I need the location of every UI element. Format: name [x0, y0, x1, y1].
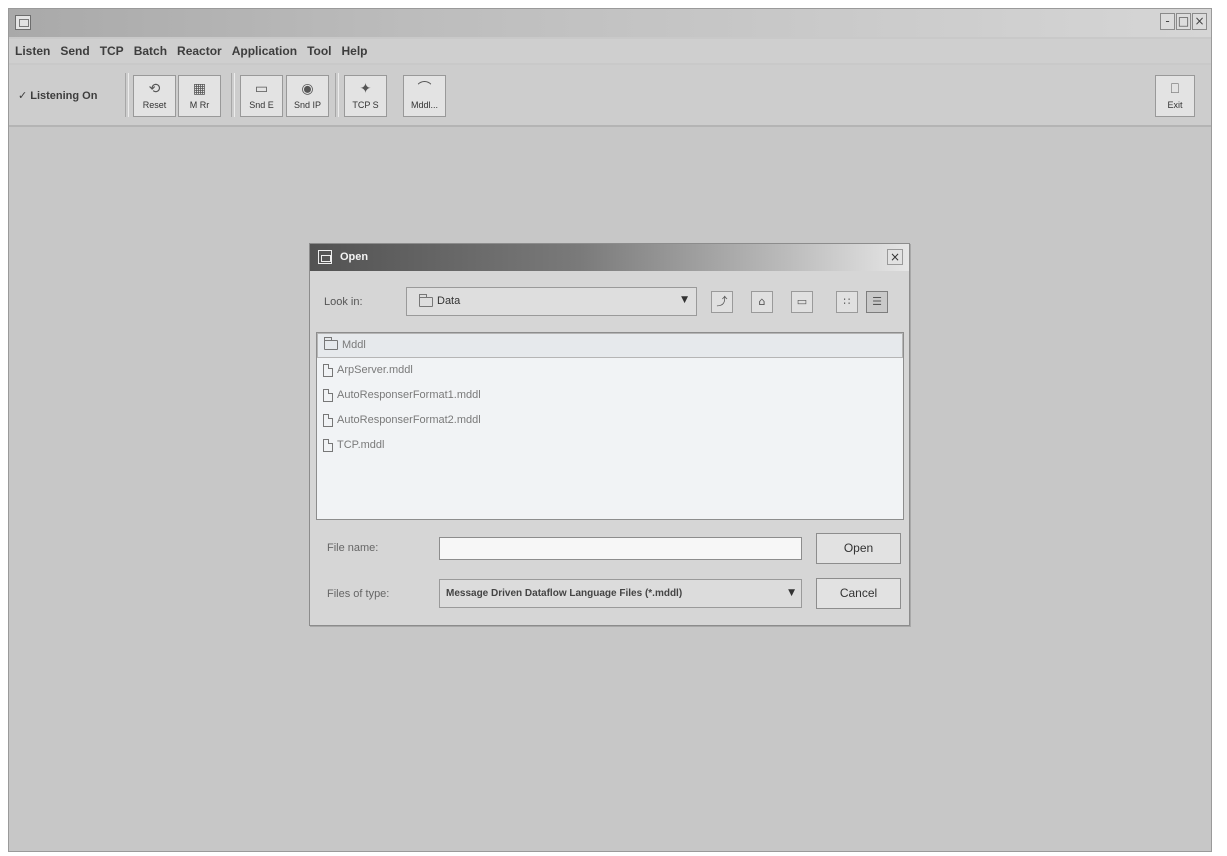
- file-name: Mddl: [342, 339, 366, 351]
- details-view-icon: ☰: [872, 295, 882, 308]
- menu-listen[interactable]: Listen: [15, 44, 50, 58]
- send-ethernet-icon: ▭: [254, 81, 269, 97]
- home-icon: ⌂: [758, 295, 766, 308]
- tcp-server-label: TCP S: [352, 100, 379, 110]
- toolbar-separator: [125, 73, 129, 117]
- folder-icon: [419, 294, 433, 307]
- file-name-label: File name:: [327, 542, 379, 554]
- mddl-icon: ⌒: [417, 81, 432, 97]
- title-bar[interactable]: - □ ×: [9, 9, 1211, 37]
- toolbar: ✓ Listening On ⟲ Reset ▦ M Rr ▭ Snd E ◉ S…: [9, 65, 1211, 127]
- window-controls: - □ ×: [1159, 13, 1207, 30]
- look-in-value: Data: [437, 295, 461, 307]
- list-view-icon: ∷: [843, 295, 851, 308]
- tcp-server-button[interactable]: ✦ TCP S: [344, 75, 387, 117]
- file-icon: [323, 363, 333, 377]
- reset-label: Reset: [142, 100, 167, 110]
- send-ethernet-button[interactable]: ▭ Snd E: [240, 75, 283, 117]
- send-ip-icon: ◉: [301, 81, 314, 97]
- dialog-close-button[interactable]: ×: [887, 249, 903, 265]
- file-name: ArpServer.mddl: [337, 364, 413, 376]
- message-reader-icon: ▦: [192, 81, 207, 97]
- close-button[interactable]: ×: [1192, 13, 1207, 30]
- dialog-title: Open: [340, 251, 369, 263]
- listening-label: Listening On: [30, 90, 98, 102]
- mddl-label: Mddl...: [410, 100, 438, 110]
- file-icon: [323, 413, 333, 427]
- send-ip-button[interactable]: ◉ Snd IP: [286, 75, 329, 117]
- exit-label: Exit: [1167, 100, 1183, 110]
- menu-batch[interactable]: Batch: [134, 44, 167, 58]
- menu-tool[interactable]: Tool: [307, 44, 331, 58]
- menu-send[interactable]: Send: [60, 44, 89, 58]
- toolbar-separator: [335, 73, 339, 117]
- files-of-type-value: Message Driven Dataflow Language Files (…: [446, 588, 683, 599]
- chevron-down-icon: ▼: [788, 588, 795, 598]
- folder-icon: [324, 337, 338, 351]
- mddl-button[interactable]: ⌒ Mddl...: [403, 75, 446, 117]
- exit-icon: ⎕: [1170, 81, 1180, 97]
- file-name: TCP.mddl: [337, 439, 385, 451]
- files-of-type-label: Files of type:: [327, 588, 390, 600]
- file-name-field[interactable]: [439, 537, 802, 560]
- home-button[interactable]: ⌂: [751, 291, 773, 313]
- open-dialog: Open × Look in: Data ▼ ⤴ ⌂ ▭ ∷ ☰ Mddl Ar…: [309, 243, 910, 626]
- cancel-button[interactable]: Cancel: [816, 578, 901, 609]
- look-in-label: Look in:: [324, 296, 363, 308]
- list-view-button[interactable]: ∷: [836, 291, 858, 313]
- tcp-server-icon: ✦: [359, 81, 372, 97]
- send-ip-label: Snd IP: [293, 100, 322, 110]
- file-list[interactable]: Mddl ArpServer.mddl AutoResponserFormat1…: [316, 332, 904, 520]
- minimize-button[interactable]: -: [1160, 13, 1175, 30]
- details-view-button[interactable]: ☰: [866, 291, 888, 313]
- list-item[interactable]: TCP.mddl: [317, 433, 903, 458]
- up-one-level-icon: ⤴: [716, 295, 728, 308]
- list-item[interactable]: AutoResponserFormat2.mddl: [317, 408, 903, 433]
- list-item[interactable]: AutoResponserFormat1.mddl: [317, 383, 903, 408]
- list-item[interactable]: Mddl: [317, 333, 903, 358]
- menu-application[interactable]: Application: [232, 44, 297, 58]
- menu-reactor[interactable]: Reactor: [177, 44, 222, 58]
- files-of-type-select[interactable]: Message Driven Dataflow Language Files (…: [439, 579, 802, 608]
- menu-bar: Listen Send TCP Batch Reactor Applicatio…: [9, 39, 1211, 63]
- file-icon: [323, 388, 333, 402]
- app-icon: [15, 15, 31, 30]
- exit-button[interactable]: ⎕ Exit: [1155, 75, 1195, 117]
- up-one-level-button[interactable]: ⤴: [711, 291, 733, 313]
- list-item[interactable]: ArpServer.mddl: [317, 358, 903, 383]
- message-reader-label: M Rr: [189, 100, 210, 110]
- maximize-button[interactable]: □: [1176, 13, 1191, 30]
- dialog-icon: [318, 250, 332, 264]
- look-in-select[interactable]: Data ▼: [406, 287, 697, 316]
- file-name: AutoResponserFormat2.mddl: [337, 414, 481, 426]
- check-icon: ✓: [18, 89, 28, 102]
- listening-toggle[interactable]: ✓ Listening On: [18, 89, 97, 102]
- dialog-title-bar[interactable]: Open ×: [310, 244, 909, 271]
- file-icon: [323, 438, 333, 452]
- chevron-down-icon: ▼: [681, 295, 688, 305]
- new-folder-button[interactable]: ▭: [791, 291, 813, 313]
- send-ethernet-label: Snd E: [249, 100, 274, 110]
- reset-button[interactable]: ⟲ Reset: [133, 75, 176, 117]
- message-reader-button[interactable]: ▦ M Rr: [178, 75, 221, 117]
- menu-tcp[interactable]: TCP: [100, 44, 124, 58]
- new-folder-icon: ▭: [796, 295, 808, 308]
- reset-icon: ⟲: [148, 81, 161, 97]
- menu-help[interactable]: Help: [342, 44, 368, 58]
- open-button[interactable]: Open: [816, 533, 901, 564]
- file-name: AutoResponserFormat1.mddl: [337, 389, 481, 401]
- toolbar-separator: [231, 73, 235, 117]
